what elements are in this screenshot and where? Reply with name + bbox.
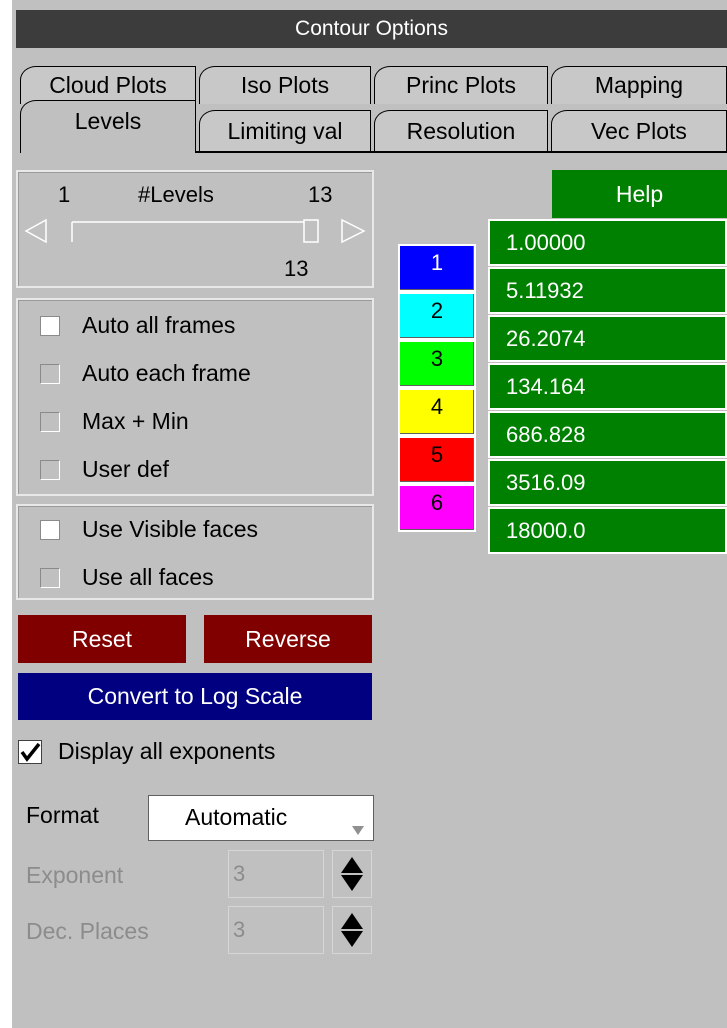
level-value-field-2[interactable]: 5.11932 bbox=[488, 267, 727, 314]
slider-thumb bbox=[303, 219, 319, 243]
tab-cloud-plots[interactable]: Cloud Plots bbox=[20, 66, 196, 104]
color-band-2[interactable]: 2 bbox=[398, 292, 476, 340]
format-label: Format bbox=[26, 802, 99, 828]
tab-mapping[interactable]: Mapping bbox=[551, 66, 727, 104]
level-value-field-7[interactable]: 18000.0 bbox=[488, 507, 727, 554]
reverse-button[interactable]: Reverse bbox=[204, 615, 372, 663]
window-title: Contour Options bbox=[295, 17, 448, 40]
tab-label: Princ Plots bbox=[406, 72, 516, 98]
exponent-stepper[interactable] bbox=[332, 850, 372, 898]
tab-label: Vec Plots bbox=[591, 118, 687, 144]
color-band-label: 5 bbox=[430, 442, 444, 467]
checkmark-icon bbox=[20, 742, 41, 762]
use-visible-faces-checkbox[interactable] bbox=[40, 520, 60, 540]
tab-levels[interactable]: Levels bbox=[20, 100, 196, 153]
user-def-label: User def bbox=[82, 456, 169, 482]
tab-label: Resolution bbox=[406, 118, 516, 144]
format-select[interactable]: Automatic bbox=[148, 795, 374, 841]
dec-places-value: 3 bbox=[233, 917, 246, 942]
level-value: 134.164 bbox=[506, 373, 586, 399]
dec-places-stepper[interactable] bbox=[332, 906, 372, 954]
help-button-label: Help bbox=[615, 180, 664, 207]
tab-resolution[interactable]: Resolution bbox=[374, 110, 548, 152]
color-band-3[interactable]: 3 bbox=[398, 340, 476, 388]
level-value-field-3[interactable]: 26.2074 bbox=[488, 315, 727, 362]
level-value: 686.828 bbox=[506, 421, 586, 447]
level-value: 3516.09 bbox=[506, 469, 586, 495]
format-value: Automatic bbox=[185, 804, 288, 830]
slider-left-arrow-icon bbox=[24, 218, 47, 244]
color-band-5[interactable]: 5 bbox=[398, 436, 476, 484]
color-band-4[interactable]: 4 bbox=[398, 388, 476, 436]
color-band-label: 6 bbox=[430, 490, 444, 515]
tab-label: Cloud Plots bbox=[49, 72, 167, 98]
color-band-label: 4 bbox=[430, 394, 444, 419]
exponent-label: Exponent bbox=[26, 862, 124, 888]
user-def-checkbox[interactable] bbox=[40, 460, 60, 480]
tab-limiting-val[interactable]: Limiting val bbox=[199, 110, 371, 152]
tab-baseline bbox=[196, 151, 727, 153]
levels-value: 13 bbox=[284, 256, 309, 281]
reset-button[interactable]: Reset bbox=[18, 615, 186, 663]
exponent-value: 3 bbox=[233, 861, 246, 886]
faces-group: Use Visible faces Use all faces bbox=[16, 504, 374, 600]
up-down-arrows-icon bbox=[341, 857, 363, 891]
color-band-label: 3 bbox=[430, 346, 444, 371]
convert-log-scale-button[interactable]: Convert to Log Scale bbox=[18, 673, 372, 720]
level-value-field-5[interactable]: 686.828 bbox=[488, 411, 727, 458]
tab-label: Iso Plots bbox=[240, 72, 330, 98]
display-all-exponents-checkbox[interactable] bbox=[18, 740, 42, 764]
levels-slider[interactable] bbox=[24, 216, 366, 246]
slider-right-arrow-icon bbox=[341, 218, 366, 244]
color-band-1[interactable]: 1 bbox=[398, 244, 476, 292]
auto-all-frames-label: Auto all frames bbox=[82, 312, 236, 338]
level-value: 1.00000 bbox=[506, 229, 586, 255]
level-value: 26.2074 bbox=[506, 325, 586, 351]
level-value-field-4[interactable]: 134.164 bbox=[488, 363, 727, 410]
window-left-edge bbox=[0, 0, 12, 1028]
auto-each-frame-label: Auto each frame bbox=[82, 360, 251, 386]
up-down-arrows-icon bbox=[341, 913, 363, 947]
tab-label: Mapping bbox=[594, 72, 684, 98]
levels-title: #Levels bbox=[138, 182, 214, 207]
exponent-field[interactable]: 3 bbox=[228, 850, 324, 898]
tab-vec-plots[interactable]: Vec Plots bbox=[551, 110, 727, 152]
tab-label: Limiting val bbox=[227, 118, 343, 144]
display-all-exponents-label: Display all exponents bbox=[58, 738, 276, 764]
window-title-bar: Contour Options bbox=[16, 10, 727, 48]
level-value-field-6[interactable]: 3516.09 bbox=[488, 459, 727, 506]
color-band-label: 2 bbox=[430, 298, 444, 323]
reverse-button-label: Reverse bbox=[245, 625, 331, 652]
levels-min-label: 1 bbox=[58, 182, 71, 207]
levels-slider-group: 1 #Levels 13 13 bbox=[16, 170, 374, 288]
reset-button-label: Reset bbox=[71, 625, 133, 652]
color-band-label: 1 bbox=[430, 250, 444, 275]
help-button[interactable]: Help bbox=[552, 170, 727, 218]
level-value: 18000.0 bbox=[506, 517, 586, 543]
auto-options-group: Auto all frames Auto each frame Max + Mi… bbox=[16, 298, 374, 496]
auto-each-frame-checkbox[interactable] bbox=[40, 364, 60, 384]
level-value-field-1[interactable]: 1.00000 bbox=[488, 219, 727, 266]
auto-all-frames-checkbox[interactable] bbox=[40, 316, 60, 336]
tab-iso-plots[interactable]: Iso Plots bbox=[199, 66, 371, 104]
color-band-6[interactable]: 6 bbox=[398, 484, 476, 532]
convert-log-scale-label: Convert to Log Scale bbox=[87, 683, 303, 709]
use-visible-faces-label: Use Visible faces bbox=[82, 516, 258, 542]
levels-max-label: 13 bbox=[308, 182, 333, 207]
tab-label: Levels bbox=[74, 107, 142, 134]
tab-princ-plots[interactable]: Princ Plots bbox=[374, 66, 548, 104]
dec-places-field[interactable]: 3 bbox=[228, 906, 324, 954]
max-min-label: Max + Min bbox=[82, 408, 189, 434]
use-all-faces-checkbox[interactable] bbox=[40, 568, 60, 588]
level-value: 5.11932 bbox=[506, 277, 584, 303]
max-min-checkbox[interactable] bbox=[40, 412, 60, 432]
use-all-faces-label: Use all faces bbox=[82, 564, 214, 590]
dec-places-label: Dec. Places bbox=[26, 918, 149, 944]
dropdown-arrow-icon bbox=[352, 826, 364, 835]
